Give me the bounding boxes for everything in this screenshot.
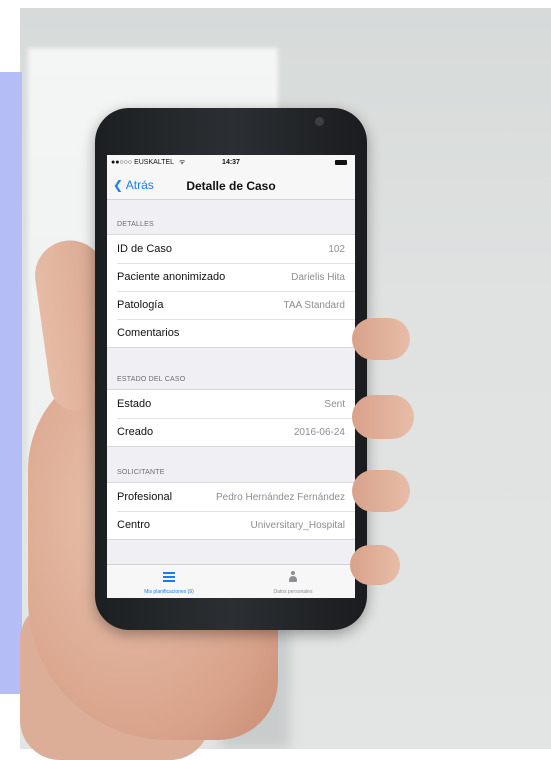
tab-label: Mis planificaciones (9) [144,589,194,595]
row-label: Profesional [117,491,173,503]
tab-mis-planificaciones[interactable]: Mis planificaciones (9) [107,569,231,595]
table-row[interactable]: Creado 2016-06-24 [107,418,355,446]
row-value: 2016-06-24 [293,426,345,438]
row-value: Pedro Hernández Fernández [216,491,345,503]
tab-bar: Mis planificaciones (9) Datos personales [107,564,355,598]
table-row[interactable]: Estado Sent [107,390,355,418]
row-value: Darielis Hita [291,271,345,283]
page-title: Detalle de Caso [186,179,276,193]
row-value: TAA Standard [283,299,345,311]
left-accent-bar [0,72,22,694]
phone-camera [315,117,324,126]
row-value: Universitary_Hospital [250,519,345,531]
hand-finger [350,545,400,585]
status-time: 14:37 [222,159,240,166]
row-label: Estado [117,398,152,410]
table-row[interactable]: Patología TAA Standard [107,291,355,319]
navigation-bar: ❮ Atrás Detalle de Caso [107,171,355,200]
row-label: Creado [117,426,154,438]
battery-icon [335,160,347,165]
row-label: Centro [117,519,151,531]
section-header-estado: ESTADO DEL CASO [117,376,186,383]
table-row[interactable]: Comentarios [107,319,355,347]
section-header-solicitante: SOLICITANTE [117,469,165,476]
hand-finger [352,318,410,360]
section-detalles: ID de Caso 102 Paciente anonimizado Dari… [107,234,355,348]
table-row[interactable]: Centro Universitary_Hospital [107,511,355,539]
hand-finger [352,395,414,439]
row-label: Comentarios [117,327,180,339]
row-label: ID de Caso [117,243,173,255]
section-header-detalles: DETALLES [117,221,154,228]
table-row[interactable]: Paciente anonimizado Darielis Hita [107,263,355,291]
person-icon [288,571,298,582]
row-value: Sent [324,398,345,410]
row-value: 102 [328,243,345,255]
list-icon [163,572,175,582]
row-label: Paciente anonimizado [117,271,226,283]
hand-finger [352,470,410,512]
tab-label: Datos personales [273,589,313,595]
status-bar: ●●○○○ EUSKALTEL ᯤ 14:37 [107,155,355,171]
phone-screen: ●●○○○ EUSKALTEL ᯤ 14:37 ❮ Atrás Detalle … [107,155,355,598]
section-estado: Estado Sent Creado 2016-06-24 [107,389,355,447]
row-label: Patología [117,299,164,311]
table-row[interactable]: ID de Caso 102 [107,235,355,263]
tab-datos-personales[interactable]: Datos personales [231,569,355,595]
section-solicitante: Profesional Pedro Hernández Fernández Ce… [107,482,355,540]
table-row[interactable]: Profesional Pedro Hernández Fernández [107,483,355,511]
